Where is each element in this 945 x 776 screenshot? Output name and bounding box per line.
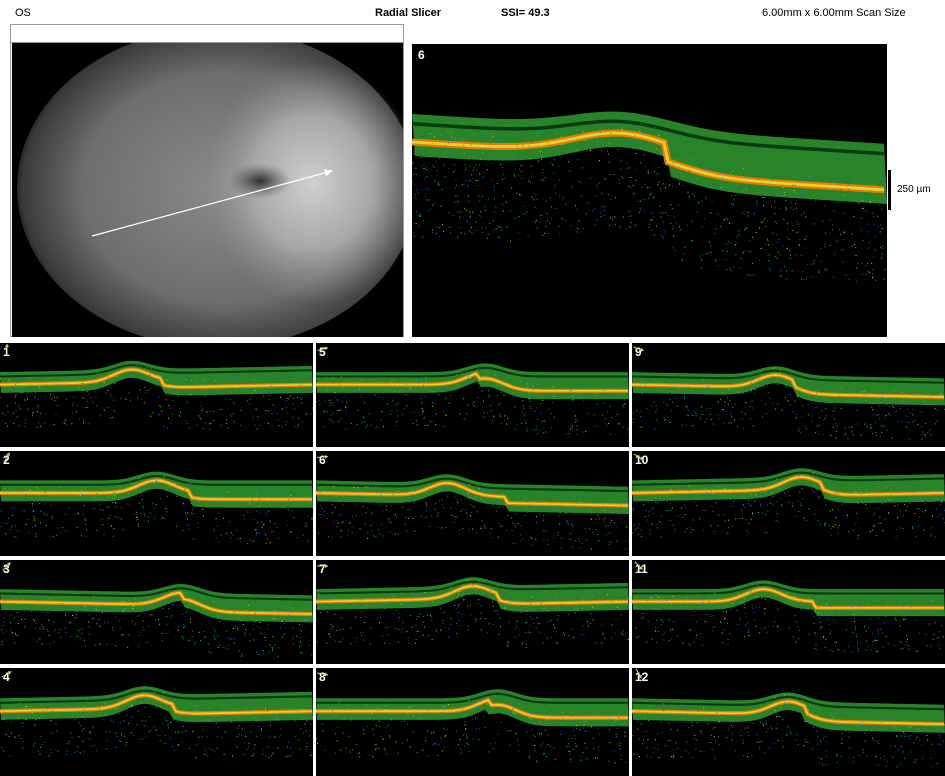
thumbnail-bscan-image bbox=[0, 584, 313, 658]
thumbnail-bscan-image bbox=[316, 363, 629, 435]
fundus-svg bbox=[12, 43, 403, 337]
thumbnail-bscan-image bbox=[632, 580, 945, 653]
radial-scan-thumbnail[interactable]: 6 bbox=[316, 451, 629, 556]
thumbnail-bscan-image bbox=[0, 471, 313, 545]
radial-scan-thumbnail[interactable]: 10 bbox=[632, 451, 945, 556]
scan-size: 6.00mm x 6.00mm Scan Size bbox=[762, 7, 906, 19]
thumbnail-bscan-image bbox=[632, 692, 945, 768]
view-title: Radial Slicer bbox=[375, 7, 442, 19]
ssi-value: SSI= 49.3 bbox=[501, 7, 550, 19]
direction-arrow-icon bbox=[634, 561, 643, 570]
fundus-title-bar bbox=[11, 25, 403, 43]
direction-arrow-icon bbox=[3, 452, 10, 463]
thumbnail-bscan-image bbox=[0, 360, 313, 430]
thumbnail-bscan-image bbox=[316, 689, 629, 764]
thumbnail-bscan-image bbox=[632, 366, 945, 440]
direction-arrow-icon bbox=[1, 671, 12, 678]
direction-arrow-icon bbox=[2, 562, 11, 571]
scale-label: 250 µm bbox=[897, 184, 931, 195]
radial-scan-thumbnail[interactable]: 7 bbox=[316, 560, 629, 664]
radial-scan-thumbnail[interactable]: 4 bbox=[0, 668, 313, 776]
eye-label: OS bbox=[15, 7, 31, 19]
thumbnail-bscan-image bbox=[316, 577, 629, 649]
radial-scan-thumbnail[interactable]: 5 bbox=[316, 343, 629, 447]
scale-bar bbox=[888, 170, 891, 210]
direction-arrow-icon bbox=[317, 564, 328, 568]
direction-arrow-icon bbox=[633, 453, 644, 460]
radial-scan-thumbnail[interactable]: 3 bbox=[0, 560, 313, 664]
radial-scan-thumbnail[interactable]: 1 bbox=[0, 343, 313, 447]
main-bscan[interactable]: 6 bbox=[412, 44, 887, 337]
radial-scan-thumbnail[interactable]: 11 bbox=[632, 560, 945, 664]
direction-arrow-icon bbox=[635, 668, 642, 679]
direction-arrow-icon bbox=[5, 344, 9, 355]
fundus-panel bbox=[10, 24, 404, 337]
radial-scan-thumbnail[interactable]: 12 bbox=[632, 668, 945, 776]
main-bscan-image bbox=[412, 111, 887, 282]
fundus-image[interactable] bbox=[12, 43, 403, 337]
direction-arrow-icon bbox=[317, 672, 329, 677]
direction-arrow-icon bbox=[317, 346, 328, 352]
thumbnail-bscan-image bbox=[316, 474, 629, 550]
thumbnail-bscan-image bbox=[0, 686, 313, 759]
radial-scan-thumbnail[interactable]: 9 bbox=[632, 343, 945, 447]
direction-arrow-icon bbox=[316, 454, 329, 459]
radial-scan-thumbnail[interactable]: 8 bbox=[316, 668, 629, 776]
thumbnail-bscan-image bbox=[632, 468, 945, 540]
direction-arrow-icon bbox=[633, 346, 644, 352]
main-scan-number: 6 bbox=[418, 48, 425, 62]
radial-scan-thumbnail[interactable]: 2 bbox=[0, 451, 313, 556]
